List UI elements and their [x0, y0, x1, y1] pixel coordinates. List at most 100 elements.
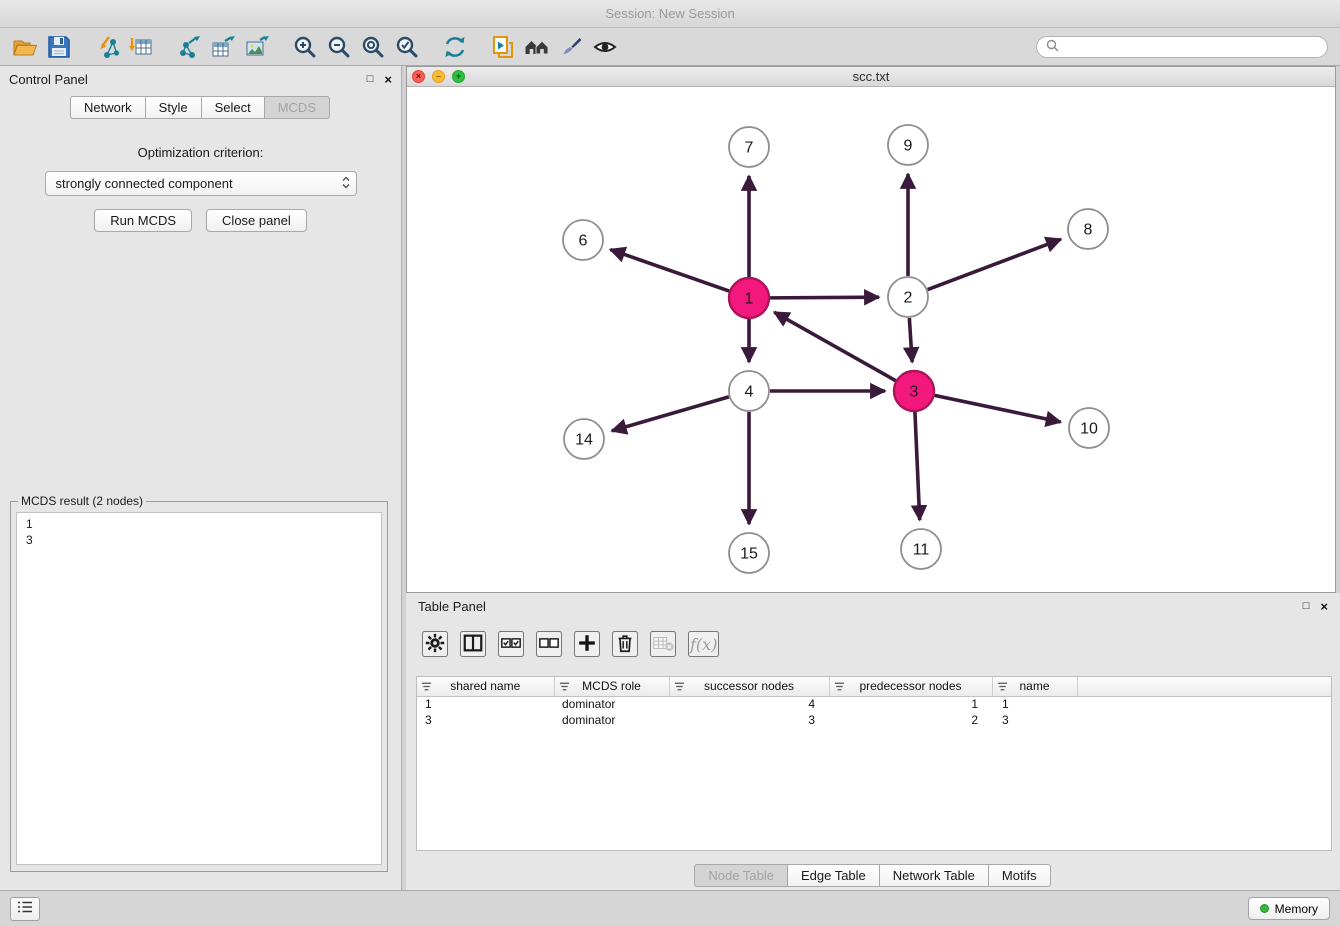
tab-motifs[interactable]: Motifs [988, 864, 1051, 887]
tab-network[interactable]: Network [70, 96, 146, 119]
export-image-button[interactable] [240, 31, 274, 63]
first-neighbors-button[interactable] [520, 31, 554, 63]
graph-edge-4-14[interactable] [612, 397, 729, 431]
delete-table-button[interactable] [650, 631, 676, 657]
graph-node-6[interactable]: 6 [563, 220, 603, 260]
delete-column-button[interactable] [612, 631, 638, 657]
open-file-button[interactable] [8, 31, 42, 63]
zoom-out-button[interactable] [322, 31, 356, 63]
memory-button[interactable]: Memory [1248, 897, 1330, 920]
save-floppy-icon [46, 34, 72, 60]
svg-text:3: 3 [910, 384, 919, 401]
graph-edge-2-3[interactable] [909, 318, 912, 362]
criterion-dropdown[interactable]: strongly connected component [45, 171, 357, 196]
network-window-titlebar[interactable]: scc.txt × – + [407, 67, 1335, 87]
node-table: shared name MCDS role successor nodes pr… [417, 677, 1331, 728]
select-all-button[interactable] [498, 631, 524, 657]
double-home-icon [524, 34, 550, 60]
graph-node-4[interactable]: 4 [729, 371, 769, 411]
export-image-icon [244, 34, 270, 60]
result-value: 3 [26, 532, 372, 548]
table-panel: Table Panel □ × f(x) [406, 593, 1340, 890]
style-button[interactable] [554, 31, 588, 63]
column-layout-button[interactable] [460, 631, 486, 657]
zoom-window-icon[interactable]: + [452, 70, 465, 83]
clone-network-button[interactable] [486, 31, 520, 63]
tab-mcds[interactable]: MCDS [264, 96, 330, 119]
save-session-button[interactable] [42, 31, 76, 63]
graph-node-11[interactable]: 11 [901, 529, 941, 569]
close-panel-icon[interactable]: × [384, 73, 392, 86]
memory-status-dot [1260, 904, 1269, 913]
export-network-button[interactable] [172, 31, 206, 63]
zoom-fit-button[interactable] [356, 31, 390, 63]
deselect-all-button[interactable] [536, 631, 562, 657]
import-table-button[interactable] [124, 31, 158, 63]
node-table-container: shared name MCDS role successor nodes pr… [416, 676, 1332, 851]
column-header-successor-nodes[interactable]: successor nodes [669, 677, 829, 696]
search-input[interactable] [1065, 40, 1318, 54]
tab-edge-table[interactable]: Edge Table [787, 864, 880, 887]
graph-node-15[interactable]: 15 [729, 533, 769, 573]
table-row[interactable]: 1 dominator 4 1 1 [417, 696, 1331, 712]
task-history-button[interactable] [10, 897, 40, 921]
zoom-fit-icon [360, 34, 386, 60]
graph-node-3[interactable]: 3 [894, 371, 934, 411]
close-table-panel-icon[interactable]: × [1320, 600, 1328, 613]
graph-edge-3-10[interactable] [935, 395, 1061, 422]
show-hide-button[interactable] [588, 31, 622, 63]
svg-text:11: 11 [913, 542, 930, 559]
zoom-selected-icon [394, 34, 420, 60]
fx-icon: f(x) [690, 635, 717, 654]
window-titlebar: Session: New Session [0, 0, 1340, 28]
network-canvas[interactable]: 7 9 6 8 1 2 4 3 14 10 15 11 [407, 87, 1335, 592]
mcds-result-box: MCDS result (2 nodes) 1 3 [10, 494, 388, 872]
float-panel-icon[interactable]: □ [367, 74, 374, 85]
refresh-view-button[interactable] [438, 31, 472, 63]
graph-edge-1-6[interactable] [610, 250, 729, 292]
tab-node-table[interactable]: Node Table [694, 864, 788, 887]
tab-network-table[interactable]: Network Table [879, 864, 989, 887]
sort-icon [997, 681, 1008, 695]
result-value: 1 [26, 516, 372, 532]
graph-node-10[interactable]: 10 [1069, 408, 1109, 448]
graph-edge-1-2[interactable] [770, 297, 879, 298]
graph-node-2[interactable]: 2 [888, 277, 928, 317]
tab-select[interactable]: Select [201, 96, 265, 119]
graph-edge-3-11[interactable] [915, 412, 920, 520]
column-header-mcds-role[interactable]: MCDS role [554, 677, 669, 696]
memory-label: Memory [1275, 902, 1318, 916]
graph-node-7[interactable]: 7 [729, 127, 769, 167]
minimize-window-icon[interactable]: – [432, 70, 445, 83]
tab-style[interactable]: Style [145, 96, 202, 119]
refresh-icon [442, 34, 468, 60]
mcds-result-list[interactable]: 1 3 [16, 512, 382, 865]
column-header-shared-name[interactable]: shared name [417, 677, 554, 696]
mcds-result-title: MCDS result (2 nodes) [18, 494, 146, 508]
graph-node-1[interactable]: 1 [729, 278, 769, 318]
main-toolbar [0, 28, 1340, 66]
graph-edge-3-1[interactable] [774, 312, 895, 380]
table-settings-button[interactable] [422, 631, 448, 657]
zoom-in-button[interactable] [288, 31, 322, 63]
column-header-name[interactable]: name [992, 677, 1077, 696]
float-table-panel-icon[interactable]: □ [1303, 601, 1310, 612]
delete-table-icon [652, 632, 674, 657]
graph-edge-2-8[interactable] [928, 239, 1061, 289]
graph-node-9[interactable]: 9 [888, 125, 928, 165]
add-column-button[interactable] [574, 631, 600, 657]
function-builder-button[interactable]: f(x) [688, 631, 719, 657]
table-row[interactable]: 3 dominator 3 2 3 [417, 712, 1331, 728]
close-window-icon[interactable]: × [412, 70, 425, 83]
table-toolbar: f(x) [406, 619, 1340, 669]
import-network-button[interactable] [90, 31, 124, 63]
zoom-selected-button[interactable] [390, 31, 424, 63]
export-table-button[interactable] [206, 31, 240, 63]
close-panel-button[interactable]: Close panel [206, 209, 307, 232]
run-mcds-button[interactable]: Run MCDS [94, 209, 192, 232]
search-field[interactable] [1036, 36, 1328, 58]
column-header-predecessor-nodes[interactable]: predecessor nodes [829, 677, 992, 696]
graph-node-8[interactable]: 8 [1068, 209, 1108, 249]
graph-node-14[interactable]: 14 [564, 419, 604, 459]
svg-text:6: 6 [579, 233, 588, 250]
